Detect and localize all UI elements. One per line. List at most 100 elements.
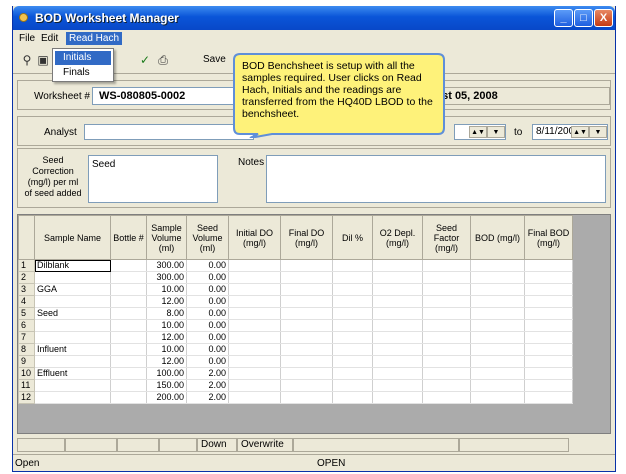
cell-dil-pct[interactable] [332, 295, 373, 308]
save-button[interactable]: Save [203, 54, 226, 65]
minimize-button[interactable]: _ [554, 9, 573, 27]
cell-initial-do[interactable] [228, 271, 281, 284]
cell-final-do[interactable] [280, 271, 333, 284]
cell-bod[interactable] [470, 355, 525, 368]
cell-sample-volume[interactable]: 150.00 [146, 379, 187, 392]
menu-edit[interactable]: Edit [41, 33, 58, 44]
cell-seed-volume[interactable]: 0.00 [186, 307, 229, 320]
table-row[interactable]: 2 300.00 0.00 [18, 271, 573, 284]
cell-final-bod[interactable] [524, 319, 573, 332]
table-row[interactable]: 11 150.00 2.00 [18, 379, 573, 392]
cell-seed-volume[interactable]: 0.00 [186, 259, 229, 272]
cell-bod[interactable] [470, 283, 525, 296]
col-final-bod[interactable]: Final BOD (mg/l) [524, 215, 573, 260]
cell-sample-name[interactable]: Seed [34, 307, 111, 320]
cell-final-do[interactable] [280, 355, 333, 368]
cell-final-do[interactable] [280, 331, 333, 344]
cell-bottle[interactable] [110, 283, 147, 296]
cell-bottle[interactable] [110, 331, 147, 344]
cell-sample-name[interactable]: GGA [34, 283, 111, 296]
table-row[interactable]: 12 200.00 2.00 [18, 391, 573, 404]
cell-dil-pct[interactable] [332, 271, 373, 284]
cell-sample-volume[interactable]: 12.00 [146, 355, 187, 368]
cell-sample-volume[interactable]: 10.00 [146, 343, 187, 356]
cell-o2-depl[interactable] [372, 283, 423, 296]
cell-dil-pct[interactable] [332, 391, 373, 404]
cell-seed-volume[interactable]: 2.00 [186, 391, 229, 404]
table-row[interactable]: 3 GGA 10.00 0.00 [18, 283, 573, 296]
cell-final-bod[interactable] [524, 259, 573, 272]
cell-bottle[interactable] [110, 259, 147, 272]
cell-seed-volume[interactable]: 2.00 [186, 379, 229, 392]
cell-dil-pct[interactable] [332, 307, 373, 320]
cell-initial-do[interactable] [228, 295, 281, 308]
cell-sample-volume[interactable]: 300.00 [146, 259, 187, 272]
cell-dil-pct[interactable] [332, 367, 373, 380]
cell-sample-volume[interactable]: 100.00 [146, 367, 187, 380]
cell-seed-factor[interactable] [422, 259, 471, 272]
col-sample-volume[interactable]: Sample Volume (ml) [146, 215, 187, 260]
cell-bod[interactable] [470, 319, 525, 332]
cell-sample-volume[interactable]: 300.00 [146, 271, 187, 284]
cell-final-bod[interactable] [524, 391, 573, 404]
cell-seed-volume[interactable]: 0.00 [186, 343, 229, 356]
cell-initial-do[interactable] [228, 355, 281, 368]
cell-bod[interactable] [470, 367, 525, 380]
dropdown-item-finals[interactable]: Finals [55, 66, 111, 80]
cell-seed-factor[interactable] [422, 331, 471, 344]
col-seed-volume[interactable]: Seed Volume (ml) [186, 215, 229, 260]
col-o2-depl[interactable]: O2 Depl. (mg/l) [372, 215, 423, 260]
cell-sample-volume[interactable]: 10.00 [146, 283, 187, 296]
analyst-input[interactable] [84, 124, 254, 140]
cell-bottle[interactable] [110, 391, 147, 404]
cell-final-do[interactable] [280, 319, 333, 332]
print-icon[interactable]: ⎙ [155, 51, 171, 69]
cell-initial-do[interactable] [228, 331, 281, 344]
cell-o2-depl[interactable] [372, 319, 423, 332]
date-to-spinner-icon[interactable]: ▲▼ [571, 126, 589, 138]
col-bod[interactable]: BOD (mg/l) [470, 215, 525, 260]
cell-sample-volume[interactable]: 12.00 [146, 295, 187, 308]
date-from-field[interactable]: ▲▼ ▼ [454, 124, 506, 140]
col-final-do[interactable]: Final DO (mg/l) [280, 215, 333, 260]
cell-bottle[interactable] [110, 379, 147, 392]
benchsheet-grid[interactable]: Sample Name Bottle # Sample Volume (ml) … [17, 214, 611, 434]
col-seed-factor[interactable]: Seed Factor (mg/l) [422, 215, 471, 260]
cell-final-bod[interactable] [524, 331, 573, 344]
cell-o2-depl[interactable] [372, 259, 423, 272]
cell-dil-pct[interactable] [332, 379, 373, 392]
cell-final-bod[interactable] [524, 367, 573, 380]
table-row[interactable]: 8 Influent 10.00 0.00 [18, 343, 573, 356]
cell-seed-factor[interactable] [422, 391, 471, 404]
cell-initial-do[interactable] [228, 283, 281, 296]
cell-o2-depl[interactable] [372, 295, 423, 308]
cell-dil-pct[interactable] [332, 259, 373, 272]
cell-bottle[interactable] [110, 295, 147, 308]
cell-initial-do[interactable] [228, 259, 281, 272]
table-row[interactable]: 9 12.00 0.00 [18, 355, 573, 368]
cell-seed-volume[interactable]: 2.00 [186, 367, 229, 380]
cell-o2-depl[interactable] [372, 367, 423, 380]
table-row[interactable]: 5 Seed 8.00 0.00 [18, 307, 573, 320]
col-sample-name[interactable]: Sample Name [34, 215, 111, 260]
cell-seed-volume[interactable]: 0.00 [186, 331, 229, 344]
date-from-dropdown-icon[interactable]: ▼ [487, 126, 505, 138]
cell-final-do[interactable] [280, 391, 333, 404]
menu-file[interactable]: File [19, 33, 35, 44]
cell-final-bod[interactable] [524, 271, 573, 284]
cell-o2-depl[interactable] [372, 307, 423, 320]
cell-dil-pct[interactable] [332, 343, 373, 356]
cell-seed-factor[interactable] [422, 283, 471, 296]
close-button[interactable]: X [594, 9, 613, 27]
cell-final-do[interactable] [280, 379, 333, 392]
table-row[interactable]: 6 10.00 0.00 [18, 319, 573, 332]
cell-initial-do[interactable] [228, 367, 281, 380]
menu-read-hach[interactable]: Read Hach [66, 32, 123, 45]
cell-sample-name[interactable] [34, 355, 111, 368]
cell-bod[interactable] [470, 391, 525, 404]
table-row[interactable]: 4 12.00 0.00 [18, 295, 573, 308]
cell-o2-depl[interactable] [372, 391, 423, 404]
cell-initial-do[interactable] [228, 391, 281, 404]
cell-sample-name[interactable] [34, 379, 111, 392]
lock-icon[interactable]: ⚲ [19, 51, 35, 69]
